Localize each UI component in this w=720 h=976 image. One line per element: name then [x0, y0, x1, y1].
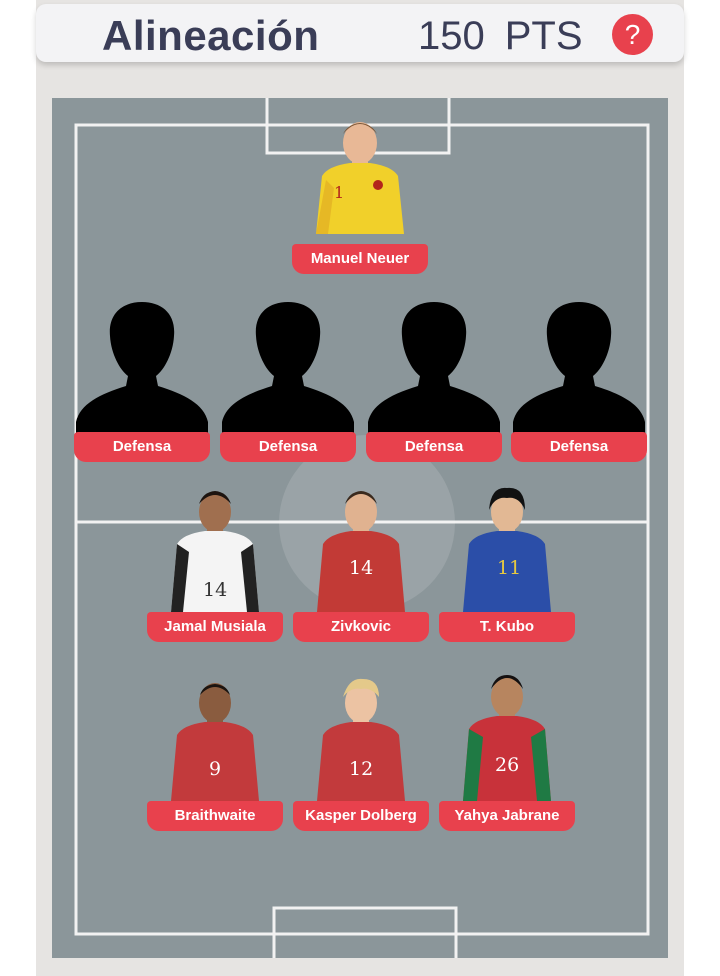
- player-photo: 11: [463, 487, 551, 612]
- jersey-number: 14: [203, 579, 227, 601]
- placeholder-silhouette-icon: [222, 302, 354, 436]
- player-card-midfielder-2[interactable]: 14 Zivkovic: [293, 478, 429, 642]
- player-photo: 14: [171, 491, 259, 612]
- player-name-label: Defensa: [220, 432, 356, 462]
- player-photo: 1: [316, 122, 404, 234]
- player-photo: 26: [463, 675, 551, 801]
- player-slot-defense-4[interactable]: Defensa: [511, 298, 647, 462]
- player-card-goalkeeper[interactable]: 1 Manuel Neuer: [292, 110, 428, 274]
- player-name-label: Manuel Neuer: [292, 244, 428, 274]
- player-card-forward-1[interactable]: 9 Braithwaite: [147, 667, 283, 831]
- player-name-label: Braithwaite: [147, 801, 283, 831]
- jersey-number: 1: [334, 183, 344, 202]
- placeholder-silhouette-icon: [76, 302, 208, 436]
- placeholder-silhouette-icon: [513, 302, 645, 436]
- placeholder-silhouette-icon: [368, 302, 500, 436]
- player-name-label: Defensa: [511, 432, 647, 462]
- player-name-label: Defensa: [74, 432, 210, 462]
- jersey-number: 26: [495, 754, 519, 776]
- player-photo: 14: [317, 491, 405, 612]
- jersey-number: 14: [349, 557, 373, 579]
- player-photo: 9: [171, 683, 259, 801]
- player-slot-defense-1[interactable]: Defensa: [74, 298, 210, 462]
- points-value: 150: [418, 14, 485, 58]
- player-name-label: Yahya Jabrane: [439, 801, 575, 831]
- player-slot-defense-2[interactable]: Defensa: [220, 298, 356, 462]
- player-name-label: Jamal Musiala: [147, 612, 283, 642]
- player-card-midfielder-1[interactable]: 14 Jamal Musiala: [147, 478, 283, 642]
- header-bar: Alineación 150 PTS ?: [36, 4, 684, 62]
- jersey-number: 9: [209, 758, 221, 780]
- player-card-forward-3[interactable]: 26 Yahya Jabrane: [439, 667, 575, 831]
- jersey-number: 11: [497, 557, 521, 579]
- player-photo: 12: [317, 678, 405, 801]
- jersey-number: 12: [349, 758, 373, 780]
- player-name-label: Zivkovic: [293, 612, 429, 642]
- points-display: 150 PTS: [418, 14, 583, 59]
- player-name-label: T. Kubo: [439, 612, 575, 642]
- player-slot-defense-3[interactable]: Defensa: [366, 298, 502, 462]
- player-name-label: Kasper Dolberg: [293, 801, 429, 831]
- points-label: PTS: [504, 14, 583, 58]
- player-name-label: Defensa: [366, 432, 502, 462]
- player-card-forward-2[interactable]: 12 Kasper Dolberg: [293, 667, 429, 831]
- football-pitch: 1 Manuel Neuer Defensa Defensa Defensa D…: [52, 98, 668, 958]
- help-button[interactable]: ?: [612, 14, 653, 55]
- page-title: Alineación: [102, 12, 320, 59]
- player-card-midfielder-3[interactable]: 11 T. Kubo: [439, 478, 575, 642]
